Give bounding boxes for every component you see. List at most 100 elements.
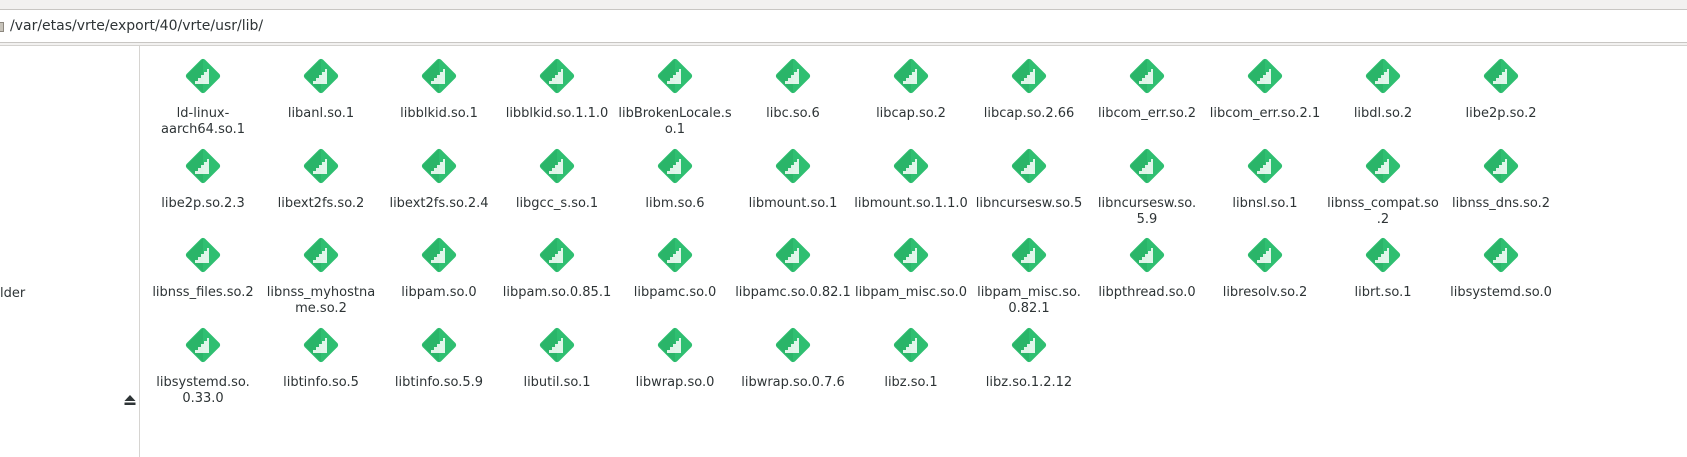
file-item[interactable]: libutil.so.1 <box>496 323 618 411</box>
file-item[interactable]: libnss_files.so.2 <box>142 233 264 321</box>
file-item[interactable]: libz.so.1 <box>850 323 972 411</box>
divider <box>0 45 1687 46</box>
file-item[interactable]: libnss_compat.so .2 <box>1322 144 1444 232</box>
shared-library-icon <box>657 237 693 273</box>
shared-library-icon <box>303 58 339 94</box>
file-item[interactable]: libtinfo.so.5 <box>260 323 382 411</box>
file-label: libwrap.so.0 <box>635 374 715 390</box>
file-item[interactable]: libsystemd.so.0 <box>1440 233 1562 321</box>
file-item[interactable]: libwrap.so.0 <box>614 323 736 411</box>
file-label: libnss_files.so.2 <box>152 285 254 300</box>
file-label: libz.so.1 <box>884 374 938 390</box>
file-label: libpamc.so.0 <box>633 285 717 300</box>
shared-library-icon <box>657 327 693 362</box>
location-entry[interactable]: /var/etas/vrte/export/40/vrte/usr/lib/ <box>0 9 1687 43</box>
file-label: libnss_myhostna me.so.2 <box>266 285 376 316</box>
file-item[interactable]: libext2fs.so.2 <box>260 144 382 232</box>
file-label: libcom_err.so.2.1 <box>1209 106 1321 121</box>
file-item[interactable]: libe2p.so.2 <box>1440 54 1562 142</box>
shared-library-icon <box>1129 237 1165 273</box>
file-item[interactable]: libpam.so.0.85.1 <box>496 233 618 321</box>
shared-library-icon <box>539 327 575 362</box>
location-bar: /var/etas/vrte/export/40/vrte/usr/lib/ <box>0 0 1687 45</box>
file-item[interactable]: libpam.so.0 <box>378 233 500 321</box>
shared-library-icon <box>185 327 221 362</box>
file-item[interactable]: libncursesw.so.5 <box>968 144 1090 232</box>
file-item[interactable]: libc.so.6 <box>732 54 854 142</box>
shared-library-icon <box>1483 58 1519 94</box>
file-item[interactable]: libpamc.so.0 <box>614 233 736 321</box>
file-item[interactable]: libnss_dns.so.2 <box>1440 144 1562 232</box>
file-item[interactable]: libblkid.so.1 <box>378 54 500 142</box>
shared-library-icon <box>775 148 811 183</box>
shared-library-icon <box>539 58 575 94</box>
file-label: libpam_misc.so. 0.82.1 <box>977 285 1081 316</box>
file-label: libmount.so.1 <box>748 195 838 211</box>
file-item[interactable]: libnsl.so.1 <box>1204 144 1326 232</box>
file-item[interactable]: libext2fs.so.2.4 <box>378 144 500 232</box>
file-label: libanl.so.1 <box>287 106 355 121</box>
file-item[interactable]: libsystemd.so. 0.33.0 <box>142 323 264 411</box>
shared-library-icon <box>1247 237 1283 273</box>
file-label: libdl.so.2 <box>1353 106 1413 121</box>
file-item[interactable]: libmount.so.1.1.0 <box>850 144 972 232</box>
file-label: ld-linux-aarch64.so.1 <box>161 106 245 137</box>
file-item[interactable]: libncursesw.so. 5.9 <box>1086 144 1208 232</box>
drive-icon <box>0 22 4 32</box>
file-item[interactable]: libpam_misc.so.0 <box>850 233 972 321</box>
file-item[interactable]: libpamc.so.0.82.1 <box>732 233 854 321</box>
file-item[interactable]: libblkid.so.1.1.0 <box>496 54 618 142</box>
file-item[interactable]: libcom_err.so.2.1 <box>1204 54 1326 142</box>
location-path: /var/etas/vrte/export/40/vrte/usr/lib/ <box>10 18 264 34</box>
file-label: libext2fs.so.2.4 <box>389 195 489 211</box>
file-item[interactable]: libgcc_s.so.1 <box>496 144 618 232</box>
eject-icon[interactable] <box>124 394 136 406</box>
shared-library-icon <box>775 237 811 273</box>
file-item[interactable]: libdl.so.2 <box>1322 54 1444 142</box>
file-label: libgcc_s.so.1 <box>515 195 599 211</box>
file-label: libpam_misc.so.0 <box>854 285 968 300</box>
file-label: libtinfo.so.5 <box>283 374 359 390</box>
shared-library-icon <box>893 148 929 183</box>
sidebar-item-folder-label[interactable]: lder <box>0 286 25 301</box>
file-item[interactable]: libresolv.so.2 <box>1204 233 1326 321</box>
file-label: libncursesw.so.5 <box>975 195 1083 211</box>
file-item[interactable]: libBrokenLocale.s o.1 <box>614 54 736 142</box>
file-item[interactable]: libz.so.1.2.12 <box>968 323 1090 411</box>
file-item[interactable]: libpam_misc.so. 0.82.1 <box>968 233 1090 321</box>
file-label: libutil.so.1 <box>523 374 591 390</box>
file-item[interactable]: libm.so.6 <box>614 144 736 232</box>
file-item[interactable]: libcap.so.2 <box>850 54 972 142</box>
file-item[interactable]: libe2p.so.2.3 <box>142 144 264 232</box>
file-label: libnss_compat.so .2 <box>1327 195 1439 227</box>
file-item[interactable]: librt.so.1 <box>1322 233 1444 321</box>
shared-library-icon <box>185 58 221 94</box>
file-label: libpthread.so.0 <box>1098 285 1196 300</box>
file-item[interactable]: libanl.so.1 <box>260 54 382 142</box>
file-label: libresolv.so.2 <box>1222 285 1308 300</box>
file-label: libnss_dns.so.2 <box>1451 195 1551 211</box>
file-label: libz.so.1.2.12 <box>985 374 1073 390</box>
shared-library-icon <box>1365 237 1401 273</box>
file-item[interactable]: ld-linux-aarch64.so.1 <box>142 54 264 142</box>
file-item[interactable]: libtinfo.so.5.9 <box>378 323 500 411</box>
file-label: libsystemd.so. 0.33.0 <box>156 374 250 406</box>
file-label: libBrokenLocale.s o.1 <box>618 106 732 137</box>
shared-library-icon <box>1011 58 1047 94</box>
file-item[interactable]: libcap.so.2.66 <box>968 54 1090 142</box>
shared-library-icon <box>775 58 811 94</box>
file-label: libc.so.6 <box>766 106 820 121</box>
file-item[interactable]: libpthread.so.0 <box>1086 233 1208 321</box>
file-item[interactable]: libcom_err.so.2 <box>1086 54 1208 142</box>
file-item[interactable]: libnss_myhostna me.so.2 <box>260 233 382 321</box>
file-item[interactable]: libmount.so.1 <box>732 144 854 232</box>
shared-library-icon <box>185 148 221 183</box>
file-label: libsystemd.so.0 <box>1450 285 1552 300</box>
file-label: libmount.so.1.1.0 <box>854 195 968 211</box>
file-item[interactable]: libwrap.so.0.7.6 <box>732 323 854 411</box>
file-label: libnsl.so.1 <box>1232 195 1298 211</box>
file-label: libpam.so.0 <box>401 285 477 300</box>
file-label: libwrap.so.0.7.6 <box>741 374 845 390</box>
shared-library-icon <box>1129 58 1165 94</box>
file-label: librt.so.1 <box>1354 285 1412 300</box>
